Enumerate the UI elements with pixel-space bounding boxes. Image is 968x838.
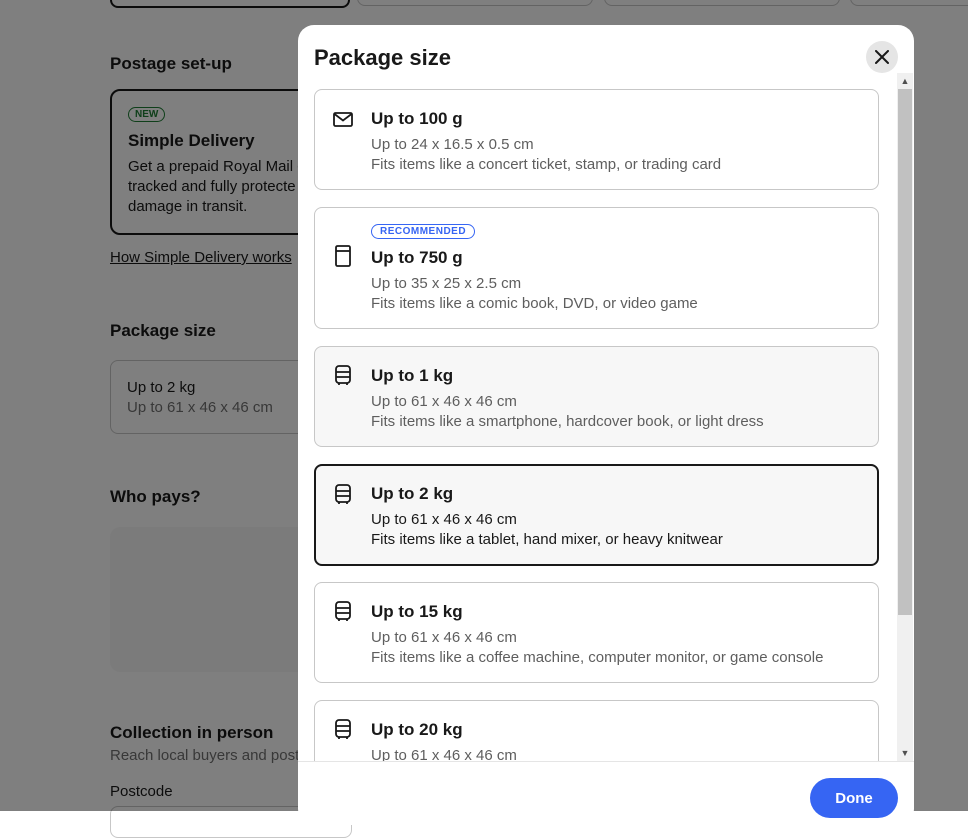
option-dimensions: Up to 61 x 46 x 46 cm xyxy=(371,511,517,528)
parcel-icon xyxy=(335,484,351,504)
package-size-dialog: Package size Up to 100 g Up to 24 x 16.5… xyxy=(298,25,914,825)
package-option-20kg[interactable]: Up to 20 kg Up to 61 x 46 x 46 cm xyxy=(314,700,879,761)
scroll-up-arrow-icon[interactable]: ▲ xyxy=(897,73,913,89)
option-dimensions: Up to 35 x 25 x 2.5 cm xyxy=(371,275,522,292)
modal-scrollbar[interactable]: ▲ ▼ xyxy=(897,73,913,761)
option-fits: Fits items like a smartphone, hardcover … xyxy=(371,413,764,430)
recommended-badge: RECOMMENDED xyxy=(371,224,476,239)
package-option-100g[interactable]: Up to 100 g Up to 24 x 16.5 x 0.5 cm Fit… xyxy=(314,89,879,190)
option-title: Up to 20 kg xyxy=(371,720,463,739)
option-fits: Fits items like a tablet, hand mixer, or… xyxy=(371,531,723,548)
option-title: Up to 750 g xyxy=(371,248,463,267)
modal-title: Package size xyxy=(314,45,451,70)
option-title: Up to 15 kg xyxy=(371,602,463,621)
package-option-2kg-selected[interactable]: Up to 2 kg Up to 61 x 46 x 46 cm Fits it… xyxy=(314,464,879,566)
package-options-list[interactable]: Up to 100 g Up to 24 x 16.5 x 0.5 cm Fit… xyxy=(314,89,881,761)
close-button[interactable] xyxy=(866,41,898,73)
package-option-15kg[interactable]: Up to 15 kg Up to 61 x 46 x 46 cm Fits i… xyxy=(314,582,879,683)
parcel-icon xyxy=(335,719,351,739)
parcel-icon xyxy=(335,601,351,621)
package-option-750g[interactable]: RECOMMENDED Up to 750 g Up to 35 x 25 x … xyxy=(314,207,879,329)
scroll-down-arrow-icon[interactable]: ▼ xyxy=(897,745,913,761)
option-dimensions: Up to 61 x 46 x 46 cm xyxy=(371,747,517,761)
option-fits: Fits items like a coffee machine, comput… xyxy=(371,649,824,666)
option-fits: Fits items like a concert ticket, stamp,… xyxy=(371,156,722,173)
large-envelope-icon xyxy=(335,245,351,267)
package-option-1kg[interactable]: Up to 1 kg Up to 61 x 46 x 46 cm Fits it… xyxy=(314,346,879,447)
option-dimensions: Up to 24 x 16.5 x 0.5 cm xyxy=(371,136,534,153)
footer-divider xyxy=(298,761,914,762)
option-fits: Fits items like a comic book, DVD, or vi… xyxy=(371,295,698,312)
scrollbar-thumb[interactable] xyxy=(898,89,912,615)
option-dimensions: Up to 61 x 46 x 46 cm xyxy=(371,629,517,646)
option-title: Up to 100 g xyxy=(371,109,463,128)
option-dimensions: Up to 61 x 46 x 46 cm xyxy=(371,393,517,410)
option-title: Up to 2 kg xyxy=(371,484,454,503)
parcel-icon xyxy=(335,365,351,385)
envelope-icon xyxy=(333,112,353,127)
close-icon xyxy=(875,50,889,64)
option-title: Up to 1 kg xyxy=(371,366,454,385)
done-button[interactable]: Done xyxy=(810,778,898,818)
